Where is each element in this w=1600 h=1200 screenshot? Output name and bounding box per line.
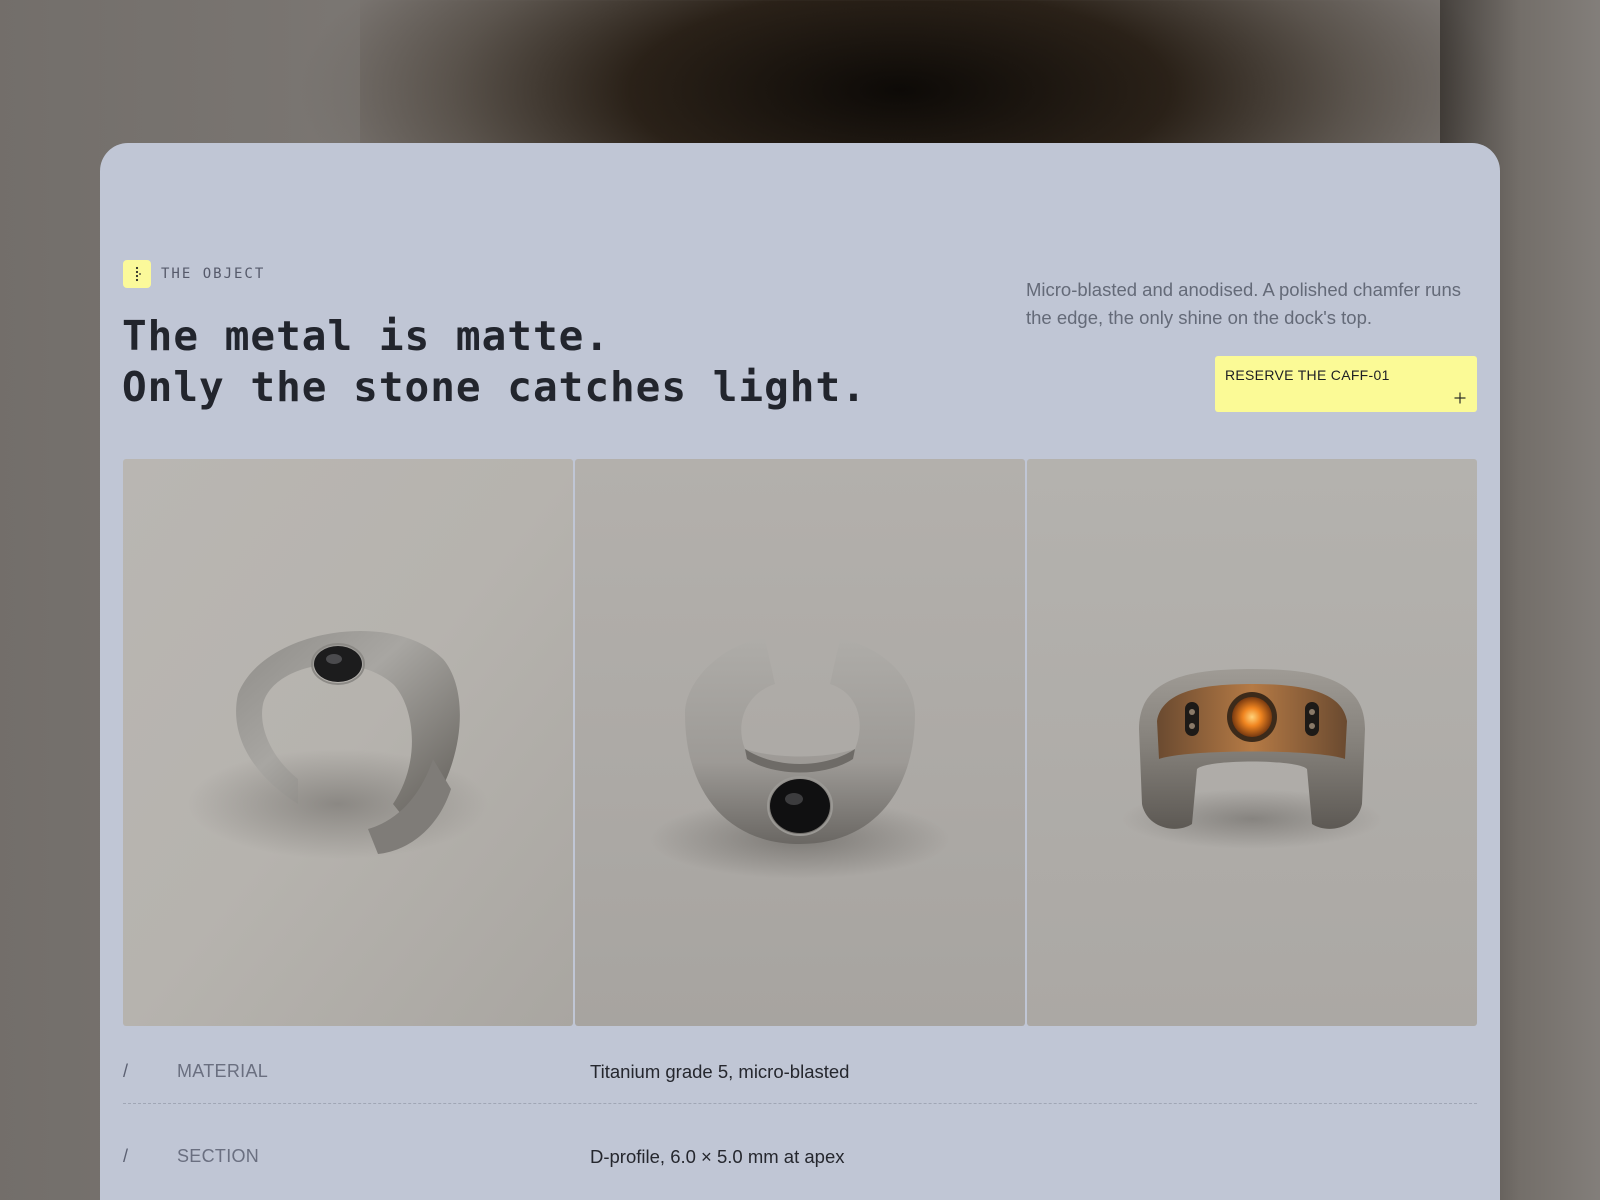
spec-marker: / [123,1146,129,1166]
product-card: THE OBJECT The metal is matte. Only the … [100,143,1500,1200]
spec-value: D-profile, 6.0 × 5.0 mm at apex [590,1146,845,1167]
photo-gallery [123,459,1477,1026]
reserve-button[interactable]: RESERVE THE CAFF-01 [1215,356,1477,412]
headline-line-1: The metal is matte. [122,312,610,360]
reserve-button-label: RESERVE THE CAFF-01 [1225,367,1390,383]
headline-line-2: Only the stone catches light. [122,363,867,411]
ring-photo-inner[interactable] [1027,459,1477,1026]
dot-column-icon [123,260,151,288]
eyebrow-label: THE OBJECT [161,266,266,282]
spec-list: / MATERIAL Titanium grade 5, micro-blast… [123,1019,1477,1189]
page-title: The metal is matte. Only the stone catch… [122,311,882,413]
spec-row-section: / SECTION D-profile, 6.0 × 5.0 mm at ape… [123,1104,1477,1189]
spec-marker: / [123,1061,129,1081]
section-eyebrow: THE OBJECT [123,260,265,288]
ring-photo-front[interactable] [575,459,1025,1026]
spec-key: SECTION [177,1146,260,1166]
spec-value: Titanium grade 5, micro-blasted [590,1061,850,1082]
intro-text: Micro-blasted and anodised. A polished c… [1026,279,1462,328]
spec-key: MATERIAL [177,1061,269,1081]
ring-photo-angle[interactable] [123,459,573,1026]
spec-row-material: / MATERIAL Titanium grade 5, micro-blast… [123,1019,1477,1104]
plus-icon [1454,392,1466,404]
